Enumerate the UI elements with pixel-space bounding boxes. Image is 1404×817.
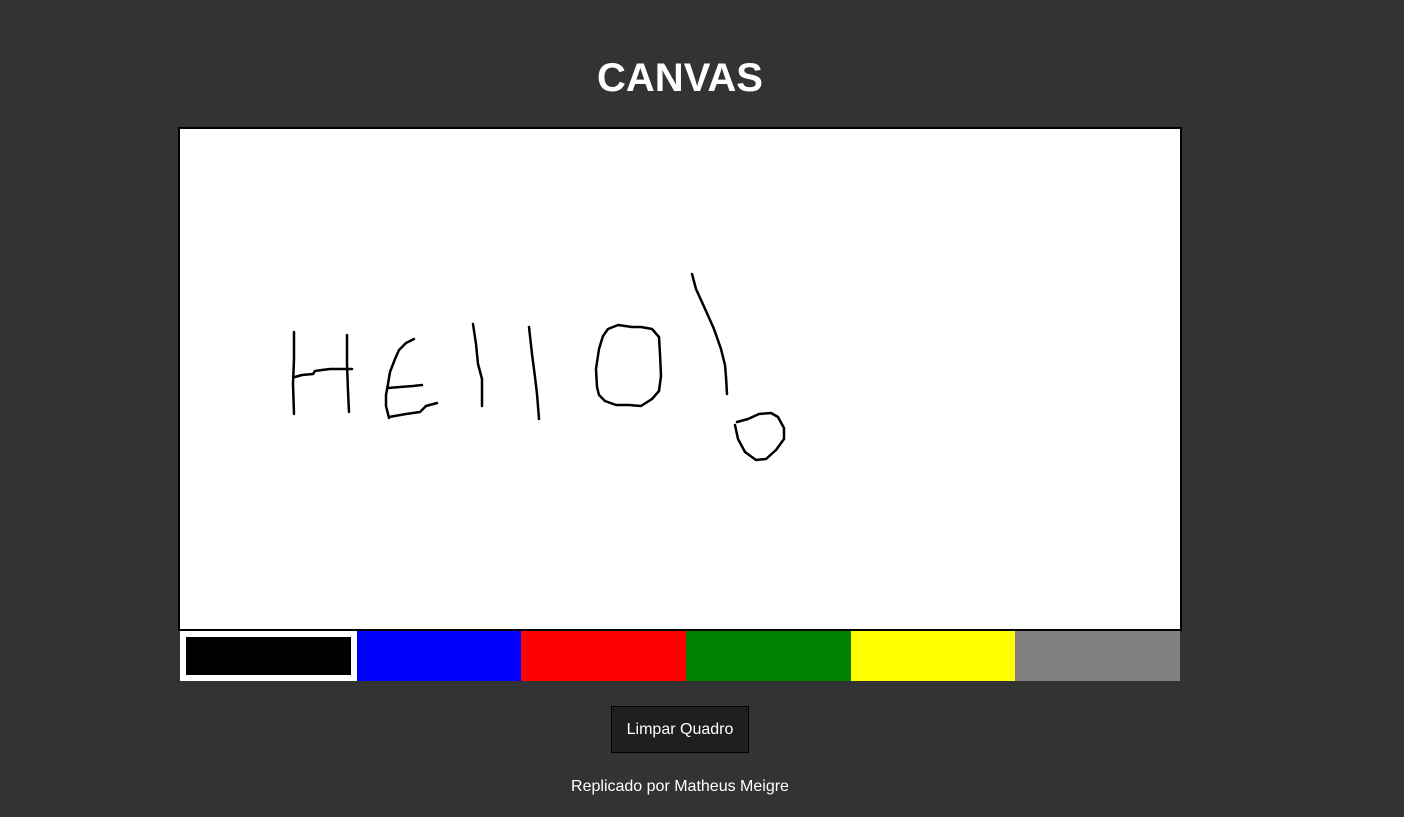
drawing-canvas[interactable] (178, 127, 1182, 631)
stroke-e-bottom (387, 401, 439, 419)
page-title: CANVAS (597, 56, 763, 100)
color-swatch-yellow[interactable] (850, 631, 1016, 681)
color-swatch-blue[interactable] (356, 631, 522, 681)
color-swatch-red[interactable] (521, 631, 687, 681)
clear-board-button[interactable]: Limpar Quadro (611, 706, 749, 753)
stroke-l2 (527, 325, 541, 421)
stroke-e-mid (386, 383, 424, 390)
color-swatch-green[interactable] (686, 631, 851, 681)
stroke-h-bar (293, 367, 354, 379)
stroke-exclam-dot (733, 411, 786, 462)
stroke-h-right (345, 333, 351, 414)
color-swatch-gray[interactable] (1015, 631, 1181, 681)
page: CANVAS Limpar Quadro Replicado por Mathe… (0, 0, 1404, 817)
stroke-h-left (291, 330, 296, 416)
stroke-e-curve (384, 337, 416, 420)
stroke-l1 (471, 322, 484, 408)
color-palette (180, 631, 1181, 681)
canvas-drawing (291, 272, 786, 462)
credit-text: Replicado por Matheus Meigre (571, 778, 789, 795)
stroke-o (594, 323, 663, 408)
stroke-exclam-line (690, 272, 729, 396)
color-swatch-black[interactable] (180, 631, 357, 681)
